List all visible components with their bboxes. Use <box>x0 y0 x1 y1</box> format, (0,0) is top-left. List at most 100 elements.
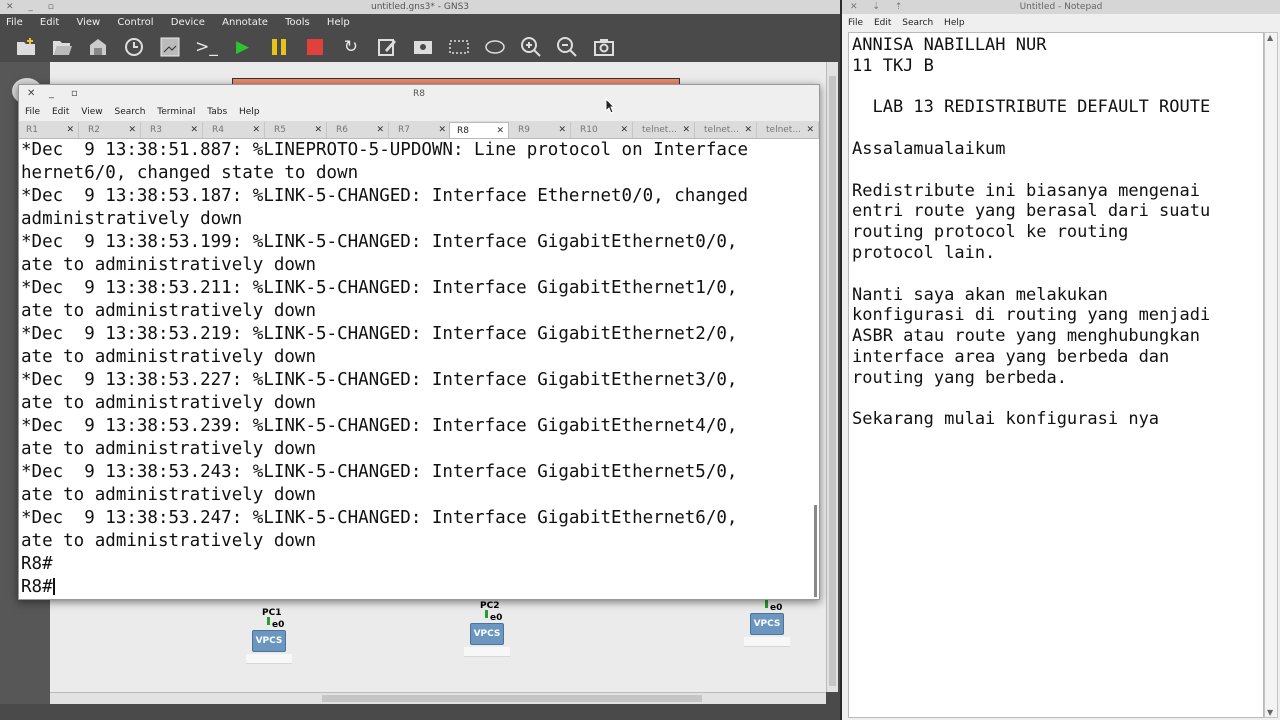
stop-icon[interactable] <box>303 35 327 59</box>
terminal-screen[interactable]: *Dec 9 13:38:51.887: %LINEPROTO-5-UPDOWN… <box>19 139 817 599</box>
terminal-menu-tabs[interactable]: Tabs <box>207 107 227 117</box>
terminal-tab-r3-2[interactable]: R3 ✕ <box>143 122 203 138</box>
notepad-text-area[interactable]: ANNISA NABILLAH NUR 11 TKJ B LAB 13 REDI… <box>848 32 1264 718</box>
terminal-line: *Dec 9 13:38:53.239: %LINK-5-CHANGED: In… <box>21 416 738 436</box>
menu-file[interactable]: File <box>6 17 23 28</box>
notepad-menu-help[interactable]: Help <box>944 18 965 28</box>
menu-control[interactable]: Control <box>117 17 153 28</box>
terminal-line: R8# <box>21 554 53 574</box>
zoom-in-icon[interactable] <box>519 35 543 59</box>
tab-close-icon[interactable]: ✕ <box>376 122 384 138</box>
tab-close-icon[interactable]: ✕ <box>190 122 198 138</box>
vpcs-icon: VPCS <box>470 623 504 645</box>
reload-icon[interactable]: ↻ <box>339 35 363 59</box>
menu-edit[interactable]: Edit <box>40 17 59 28</box>
vpcs-base <box>246 654 292 664</box>
camera-icon[interactable] <box>592 35 616 59</box>
menu-tools[interactable]: Tools <box>285 17 310 28</box>
terminal-tab-telnet-10[interactable]: telnet... ✕ <box>635 122 695 138</box>
terminal-tab-label: R8 <box>457 126 469 136</box>
notepad-menu-search[interactable]: Search <box>902 18 933 28</box>
tab-close-icon[interactable]: ✕ <box>682 122 690 138</box>
canvas-vertical-scrollbar[interactable] <box>826 62 838 692</box>
gns3-titlebar: ✕ _ ▫ untitled.gns3* - GNS3 <box>0 0 840 14</box>
terminal-menu-help[interactable]: Help <box>239 107 260 117</box>
tab-close-icon[interactable]: ✕ <box>496 123 504 139</box>
tab-close-icon[interactable]: ✕ <box>66 122 74 138</box>
terminal-window[interactable]: ✕ _ ▫ R8 File Edit View Search Terminal … <box>18 84 820 600</box>
terminal-tab-r10-9[interactable]: R10 ✕ <box>573 122 633 138</box>
terminal-line: ate to administratively down <box>21 485 317 505</box>
notepad-menu-file[interactable]: File <box>848 18 863 28</box>
terminal-tab-r5-4[interactable]: R5 ✕ <box>267 122 327 138</box>
terminal-tab-r7-6[interactable]: R7 ✕ <box>391 122 451 138</box>
notepad-menu-edit[interactable]: Edit <box>874 18 891 28</box>
tab-close-icon[interactable]: ✕ <box>806 122 814 138</box>
image-icon[interactable] <box>411 35 435 59</box>
tab-close-icon[interactable]: ✕ <box>744 122 752 138</box>
notepad-menubar: File Edit Search Help <box>842 14 1280 32</box>
folder-open-icon[interactable] <box>50 35 74 59</box>
vpcs-node-pc2[interactable]: PC2 e0 VPCS <box>464 601 524 665</box>
terminal-menu-file[interactable]: File <box>25 107 40 117</box>
play-icon[interactable]: ▶ <box>231 35 255 59</box>
node-label: PC2 <box>480 601 500 611</box>
save-icon[interactable] <box>86 35 110 59</box>
terminal-menu-search[interactable]: Search <box>114 107 145 117</box>
vpcs-base <box>744 637 790 647</box>
notepad-window-buttons[interactable]: ✕ ⇣ ⇡ <box>850 0 908 14</box>
notepad-content: ANNISA NABILLAH NUR 11 TKJ B LAB 13 REDI… <box>852 35 1211 430</box>
canvas-horizontal-scrollbar[interactable] <box>50 692 826 704</box>
clock-icon[interactable] <box>122 35 146 59</box>
scroll-down-icon[interactable]: ▼ <box>1267 708 1273 717</box>
terminal-line: *Dec 9 13:38:53.199: %LINK-5-CHANGED: In… <box>21 232 738 252</box>
close-icon[interactable]: ✕ <box>27 85 35 103</box>
minimize-icon[interactable]: _ <box>49 85 54 103</box>
terminal-tab-telnet-11[interactable]: telnet... ✕ <box>697 122 757 138</box>
edit-note-icon[interactable] <box>375 35 399 59</box>
port-status-icon <box>485 610 488 618</box>
scroll-up-icon[interactable]: ▲ <box>1267 33 1273 42</box>
tab-close-icon[interactable]: ✕ <box>128 122 136 138</box>
menu-device[interactable]: Device <box>171 17 205 28</box>
terminal-tab-r9-8[interactable]: R9 ✕ <box>511 122 571 138</box>
rectangle-icon[interactable] <box>447 35 471 59</box>
gns3-menubar: File Edit View Control Device Annotate T… <box>0 14 840 32</box>
menu-help[interactable]: Help <box>327 17 350 28</box>
scrollbar-thumb[interactable] <box>829 76 836 686</box>
terminal-menu-view[interactable]: View <box>81 107 102 117</box>
scrollbar-thumb[interactable] <box>322 695 702 702</box>
terminal-tab-r8-7[interactable]: R8 ✕ <box>449 122 509 138</box>
notepad-scrollbar[interactable]: ▲ ▼ <box>1264 32 1278 718</box>
screenshot-icon[interactable] <box>158 35 182 59</box>
pause-icon[interactable] <box>267 35 291 59</box>
maximize-icon[interactable]: ▫ <box>71 85 78 103</box>
zoom-out-icon[interactable] <box>555 35 579 59</box>
terminal-line: R8# <box>21 577 53 597</box>
terminal-tab-r4-3[interactable]: R4 ✕ <box>205 122 265 138</box>
tab-close-icon[interactable]: ✕ <box>314 122 322 138</box>
console-icon[interactable]: >_ <box>194 35 218 59</box>
terminal-tab-r2-1[interactable]: R2 ✕ <box>81 122 141 138</box>
menu-view[interactable]: View <box>76 17 100 28</box>
menu-annotate[interactable]: Annotate <box>222 17 268 28</box>
terminal-line: ate to administratively down <box>21 347 317 367</box>
vpcs-node-pc3[interactable]: e0 VPCS <box>744 591 804 655</box>
terminal-tab-r1-0[interactable]: R1 ✕ <box>19 122 79 138</box>
tab-close-icon[interactable]: ✕ <box>620 122 628 138</box>
terminal-menu-edit[interactable]: Edit <box>52 107 69 117</box>
terminal-line: *Dec 9 13:38:53.227: %LINK-5-CHANGED: In… <box>21 370 738 390</box>
vpcs-node-pc1[interactable]: PC1 e0 VPCS <box>246 608 306 672</box>
tab-close-icon[interactable]: ✕ <box>438 122 446 138</box>
terminal-tab-bar: R1 ✕ R2 ✕ R3 ✕ R4 ✕ R5 ✕ R6 ✕ R7 ✕ R8 ✕ R9 ✕ R10 ✕ telnet...… <box>19 121 819 139</box>
terminal-scrollbar[interactable] <box>814 505 817 597</box>
gns3-window-buttons[interactable]: ✕ _ ▫ <box>6 0 60 14</box>
tab-close-icon[interactable]: ✕ <box>558 122 566 138</box>
terminal-tab-label: R1 <box>26 125 38 135</box>
terminal-menu-terminal[interactable]: Terminal <box>157 107 195 117</box>
tab-close-icon[interactable]: ✕ <box>252 122 260 138</box>
terminal-tab-telnet-12[interactable]: telnet... ✕ <box>759 122 819 138</box>
ellipse-icon[interactable] <box>483 35 507 59</box>
terminal-tab-r6-5[interactable]: R6 ✕ <box>329 122 389 138</box>
folder-new-icon[interactable] <box>14 35 38 59</box>
